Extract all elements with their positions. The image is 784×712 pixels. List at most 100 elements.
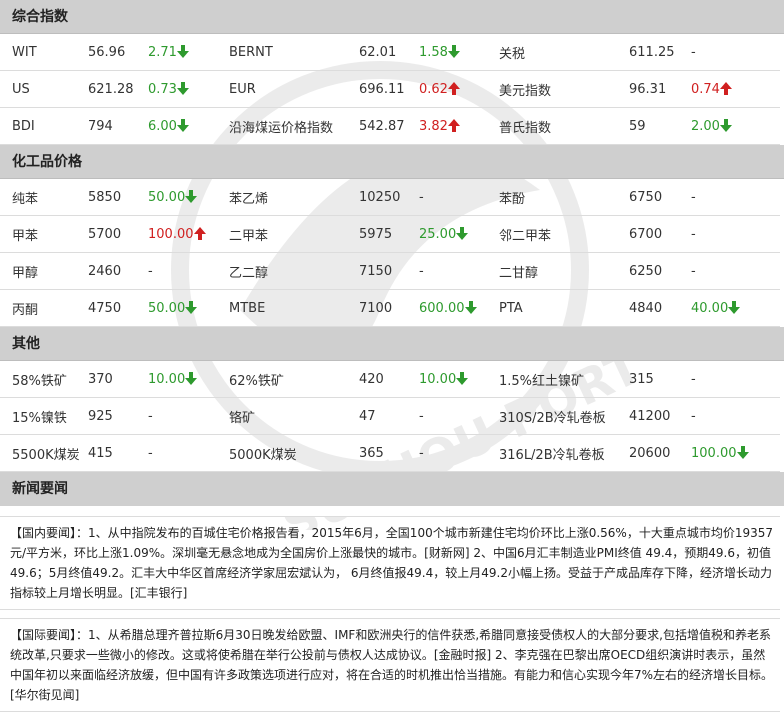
item-price: 96.31	[629, 70, 691, 108]
composite-index-table: WIT 56.96 2.71 BERNT 62.01 1.58 关税 611.25- US 621…	[0, 34, 780, 145]
arrow-down-icon	[464, 300, 477, 314]
change-value: -	[419, 408, 424, 424]
item-change: 2.71	[148, 34, 229, 71]
change-value: 40.00	[691, 300, 729, 316]
item-change: 3.82	[419, 107, 499, 145]
item-price: 62.01	[359, 34, 419, 71]
arrow-down-icon	[176, 44, 189, 58]
section-header-news: 新闻要闻	[0, 472, 784, 506]
item-change: 2.00	[691, 107, 780, 145]
change-value: -	[419, 263, 424, 279]
news-domestic: 【国内要闻】：1、从中指院发布的百城住宅价格报告看，2015年6月，全国100个…	[0, 516, 780, 610]
change-value: 100.00	[148, 226, 194, 242]
item-price: 4840	[629, 289, 691, 327]
table-row: 15%镍铁 925- 铬矿 47-310S/2B冷轧卷板 41200-	[0, 397, 780, 435]
table-row: 丙酮 4750 50.00 MTBE 7100 600.00 PTA 4840 40.00	[0, 289, 780, 327]
table-row: 甲苯 5700 100.00 二甲苯 5975 25.00 邻二甲苯 6700-	[0, 215, 780, 253]
arrow-up-icon	[447, 81, 460, 95]
change-value: -	[691, 263, 696, 279]
item-name: 58%铁矿	[0, 361, 88, 398]
item-name: 邻二甲苯	[499, 215, 629, 253]
change-value: 6.00	[148, 118, 177, 134]
item-price: 315	[629, 361, 691, 398]
item-change: -	[419, 179, 499, 216]
item-name: 62%铁矿	[229, 361, 359, 398]
item-price: 542.87	[359, 107, 419, 145]
item-name: 普氏指数	[499, 107, 629, 145]
item-name: 5500K煤炭	[0, 434, 88, 472]
change-value: 10.00	[419, 371, 457, 387]
item-change: -	[148, 252, 229, 290]
change-value: -	[691, 44, 696, 60]
item-name: US	[0, 70, 88, 108]
item-price: 611.25	[629, 34, 691, 71]
item-name: 沿海煤运价格指数	[229, 107, 359, 145]
item-name: 二甘醇	[499, 252, 629, 290]
arrow-down-icon	[176, 81, 189, 95]
change-value: 0.74	[691, 81, 720, 97]
item-price: 621.28	[88, 70, 148, 108]
arrow-down-icon	[719, 118, 732, 132]
item-price: 370	[88, 361, 148, 398]
change-value: -	[148, 263, 153, 279]
table-row: US 621.28 0.73 EUR 696.11 0.62 美元指数 96.31 0.74	[0, 70, 780, 108]
item-name: 甲苯	[0, 215, 88, 253]
change-value: -	[691, 371, 696, 387]
change-value: -	[148, 408, 153, 424]
item-change: 50.00	[148, 179, 229, 216]
item-change: -	[419, 252, 499, 290]
item-name: 5000K煤炭	[229, 434, 359, 472]
item-price: 365	[359, 434, 419, 472]
item-name: 美元指数	[499, 70, 629, 108]
section-header-chemical: 化工品价格	[0, 145, 784, 179]
item-price: 4750	[88, 289, 148, 327]
arrow-down-icon	[456, 371, 469, 385]
arrow-up-icon	[447, 118, 460, 132]
item-price: 415	[88, 434, 148, 472]
table-row: 58%铁矿 370 10.00 62%铁矿 420 10.00 1.5%红土镍矿 315-	[0, 361, 780, 398]
other-price-table: 58%铁矿 370 10.00 62%铁矿 420 10.00 1.5%红土镍矿 315-15…	[0, 361, 780, 472]
item-change: -	[691, 215, 780, 253]
item-price: 41200	[629, 397, 691, 435]
item-change: -	[691, 34, 780, 71]
item-change: 40.00	[691, 289, 780, 327]
item-change: 0.73	[148, 70, 229, 108]
arrow-down-icon	[736, 445, 749, 459]
arrow-down-icon	[185, 189, 198, 203]
change-value: -	[691, 408, 696, 424]
change-value: -	[691, 189, 696, 205]
item-price: 7100	[359, 289, 419, 327]
item-change: -	[691, 179, 780, 216]
section-header-composite: 综合指数	[0, 0, 784, 34]
item-change: -	[691, 397, 780, 435]
change-value: 0.62	[419, 81, 448, 97]
change-value: 50.00	[148, 300, 186, 316]
change-value: 100.00	[691, 445, 737, 461]
news-international: 【国际要闻】：1、从希腊总理齐普拉斯6月30日晚发给欧盟、IMF和欧洲央行的信件…	[0, 618, 780, 712]
item-change: 0.62	[419, 70, 499, 108]
item-change: 50.00	[148, 289, 229, 327]
change-value: -	[148, 445, 153, 461]
item-price: 2460	[88, 252, 148, 290]
item-price: 5700	[88, 215, 148, 253]
arrow-down-icon	[185, 371, 198, 385]
item-price: 925	[88, 397, 148, 435]
change-value: 50.00	[148, 189, 186, 205]
item-change: 1.58	[419, 34, 499, 71]
item-price: 56.96	[88, 34, 148, 71]
item-price: 5975	[359, 215, 419, 253]
item-change: 100.00	[691, 434, 780, 472]
arrow-up-icon	[719, 81, 732, 95]
item-name: 纯苯	[0, 179, 88, 216]
item-change: -	[148, 397, 229, 435]
item-price: 794	[88, 107, 148, 145]
item-name: 苯乙烯	[229, 179, 359, 216]
change-value: 2.00	[691, 118, 720, 134]
item-name: 铬矿	[229, 397, 359, 435]
change-value: 25.00	[419, 226, 457, 242]
change-value: -	[419, 189, 424, 205]
arrow-down-icon	[456, 226, 469, 240]
item-change: 6.00	[148, 107, 229, 145]
item-change: 10.00	[419, 361, 499, 398]
change-value: -	[691, 226, 696, 242]
